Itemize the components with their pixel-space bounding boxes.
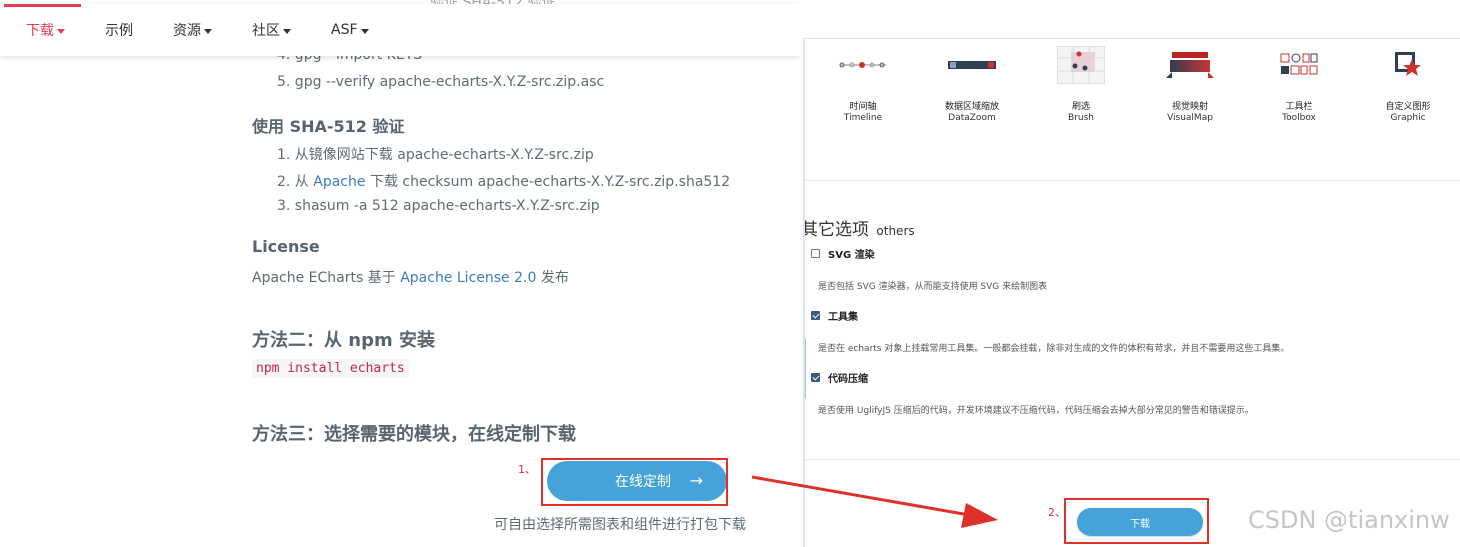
sha512-step-3: 3. shasum -a 512 apache-echarts-X.Y.Z-sr…: [277, 198, 600, 214]
chevron-down-icon: [57, 28, 65, 34]
chevron-down-icon: [283, 28, 291, 34]
option-minify[interactable]: 代码压缩: [811, 370, 868, 385]
component-cn: 数据区域缩放: [944, 102, 999, 112]
minify-checkbox[interactable]: [811, 373, 820, 382]
component-cn: 工具栏: [1285, 102, 1313, 112]
nav-item-download[interactable]: 下载: [0, 4, 85, 56]
svg-checkbox[interactable]: [811, 249, 820, 258]
download-page: 验证 SHA-512 验证 下载 示例 资源 社区 ASF 4. gpg --i…: [0, 0, 800, 547]
component-datazoom[interactable]: 数据区域缩放 DataZoom: [917, 39, 1027, 123]
option-svg-desc: 是否包括 SVG 渲染器，从而能支持使用 SVG 来绘制图表: [818, 282, 1048, 292]
others-section-title: 其它选项 others: [803, 220, 915, 240]
apache-license-link[interactable]: Apache License 2.0: [400, 270, 536, 286]
component-en: Graphic: [1390, 113, 1426, 123]
method2-title: 方法二：从 npm 安装: [252, 330, 435, 351]
component-cn: 视觉映射: [1171, 102, 1208, 112]
npm-install-code: npm install echarts: [252, 359, 409, 378]
gpg-step-5: 5. gpg --verify apache-echarts-X.Y.Z-src…: [277, 74, 605, 90]
option-svg[interactable]: SVG 渲染: [811, 246, 875, 261]
component-cn: 自定义图形: [1385, 102, 1431, 112]
option-utils[interactable]: 工具集: [811, 308, 858, 323]
nav-item-examples[interactable]: 示例: [85, 4, 153, 56]
component-en: Timeline: [843, 113, 883, 123]
divider: [805, 180, 1460, 181]
component-brush[interactable]: 刷选 Brush: [1026, 39, 1136, 123]
license-text: Apache ECharts 基于 Apache License 2.0 发布: [252, 270, 569, 286]
brush-icon: [1026, 39, 1136, 91]
sha512-step-1: 1. 从镜像网站下载 apache-echarts-X.Y.Z-src.zip: [277, 147, 594, 163]
sha512-step-2: 2. 从 Apache 下载 checksum apache-echarts-X…: [277, 174, 731, 190]
online-builder-page: 时间轴 Timeline 数据区域缩放 DataZoom 刷选 Brush 视觉…: [803, 38, 1460, 547]
component-en: DataZoom: [948, 113, 996, 123]
annotation-box-1: [541, 458, 728, 506]
datazoom-icon: [917, 39, 1027, 91]
license-title: License: [252, 237, 320, 256]
method3-title: 方法三：选择需要的模块，在线定制下载: [252, 424, 576, 445]
top-nav: 下载 示例 资源 社区 ASF: [0, 4, 800, 56]
component-graphic[interactable]: 自定义图形 Graphic: [1353, 39, 1460, 123]
custom-hint-text: 可自由选择所需图表和组件进行打包下载: [494, 517, 746, 533]
nav-item-community[interactable]: 社区: [232, 4, 311, 56]
component-toolbox[interactable]: 工具栏 Toolbox: [1244, 39, 1354, 123]
component-en: Brush: [1068, 113, 1094, 123]
watermark: CSDN @tianxinw: [1248, 506, 1450, 534]
divider: [805, 459, 1460, 460]
nav-item-asf[interactable]: ASF: [311, 4, 389, 56]
chevron-down-icon: [204, 28, 212, 34]
component-visualmap[interactable]: 视觉映射 VisualMap: [1135, 39, 1245, 123]
nav-item-resources[interactable]: 资源: [153, 4, 232, 56]
chevron-down-icon: [360, 28, 369, 34]
visualmap-icon: [1135, 39, 1245, 91]
annotation-step-1: 1、: [518, 463, 536, 476]
component-timeline[interactable]: 时间轴 Timeline: [808, 39, 918, 123]
utils-checkbox[interactable]: [811, 311, 820, 320]
component-en: VisualMap: [1167, 113, 1213, 123]
toolbox-icon: [1244, 39, 1354, 91]
graphic-icon: [1353, 39, 1460, 91]
screenshot-stage: 验证 SHA-512 验证 下载 示例 资源 社区 ASF 4. gpg --i…: [0, 0, 1460, 547]
component-cn: 时间轴: [849, 102, 877, 112]
component-en: Toolbox: [1282, 113, 1316, 123]
component-cn: 刷选: [1071, 102, 1090, 112]
timeline-icon: [808, 39, 918, 91]
annotation-box-2: [1064, 498, 1209, 544]
option-utils-desc: 是否在 echarts 对象上挂载常用工具集。一般都会挂载，除非对生成的文件的体…: [818, 344, 1290, 354]
option-minify-desc: 是否使用 UglifyJS 压缩后的代码，开发环境建议不压缩代码，代码压缩会去掉…: [818, 406, 1254, 416]
scroll-indicator: [805, 339, 806, 399]
sha512-title: 使用 SHA-512 验证: [252, 117, 405, 136]
apache-link[interactable]: Apache: [313, 174, 365, 190]
